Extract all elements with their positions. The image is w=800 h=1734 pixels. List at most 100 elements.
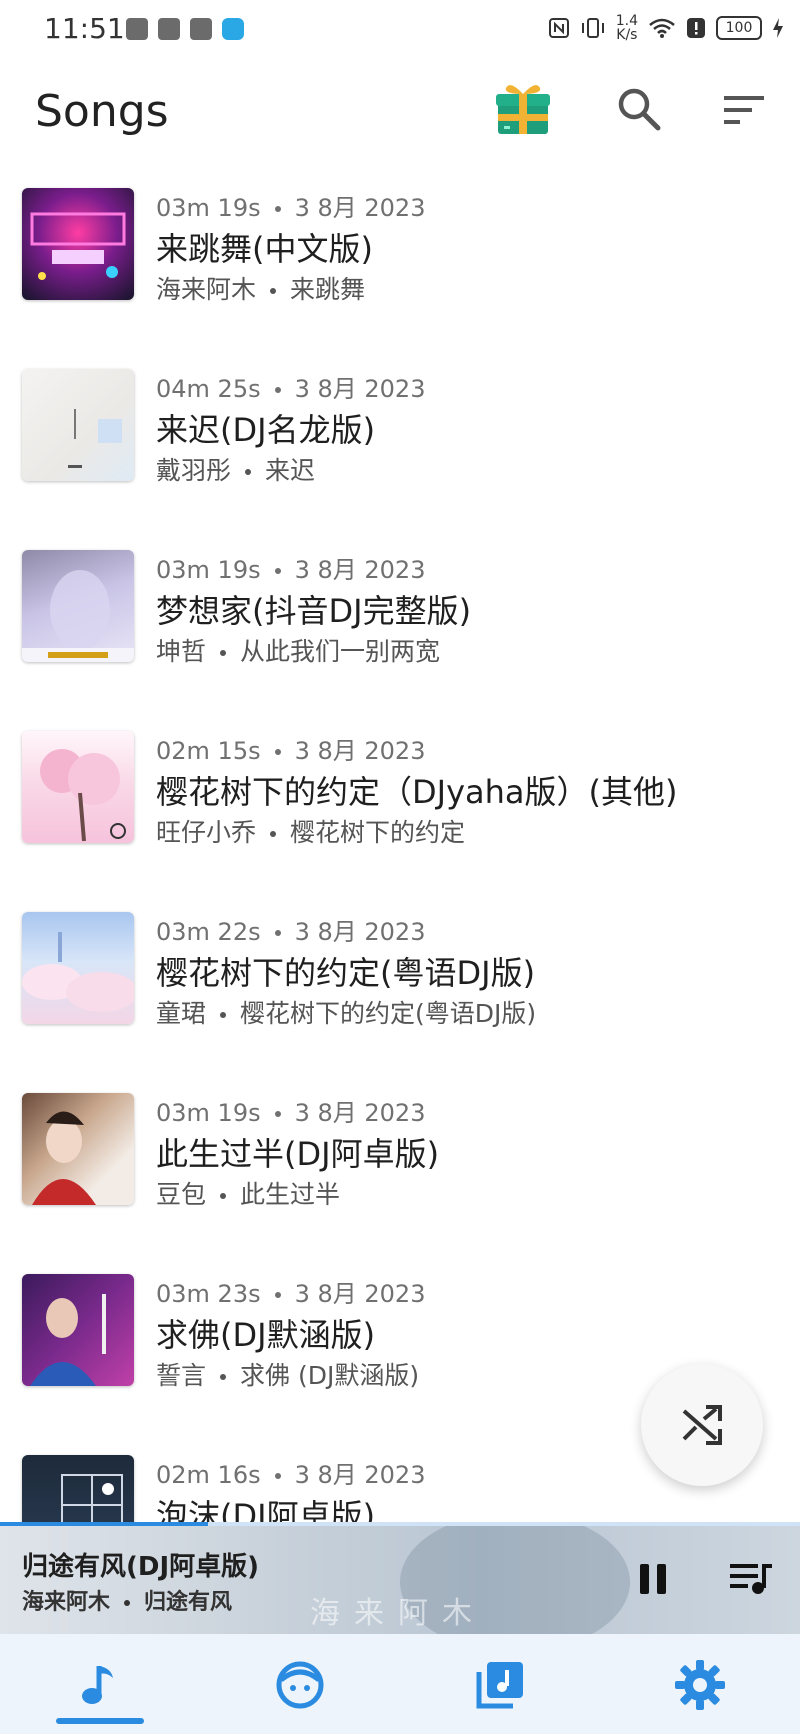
album-art <box>22 912 134 1024</box>
song-subtitle: 豆包 此生过半 <box>156 1175 340 1211</box>
song-duration: 02m 16s <box>156 1461 261 1489</box>
song-date: 3 8月 2023 <box>294 1280 426 1308</box>
playback-progress <box>0 1522 800 1526</box>
status-bar: 11:51 1.4 K/s 100 <box>0 0 800 60</box>
song-title: 来迟(DJ名龙版) <box>156 411 376 449</box>
album-art <box>22 1274 134 1386</box>
song-artist: 童珺 <box>156 999 207 1028</box>
app-notification-icon <box>190 18 212 40</box>
song-artist: 戴羽彤 <box>156 456 232 485</box>
albums-tab-icon[interactable] <box>473 1658 527 1712</box>
song-meta: 03m 19s 3 8月 2023 <box>156 188 425 223</box>
separator-dot <box>274 1292 281 1298</box>
now-playing-title: 归途有风(DJ阿卓版) <box>22 1552 260 1582</box>
song-row[interactable]: 02m 15s 3 8月 2023 樱花树下的约定（DJyaha版）(其他) 旺仔… <box>0 727 800 908</box>
song-duration: 03m 22s <box>156 918 261 946</box>
song-date: 3 8月 2023 <box>294 556 426 584</box>
nfc-icon <box>548 18 569 38</box>
song-artist: 海来阿木 <box>156 275 257 304</box>
song-subtitle: 坤哲 从此我们一别两宽 <box>156 632 440 668</box>
song-title: 此生过半(DJ阿卓版) <box>156 1135 440 1173</box>
network-speed: 1.4 K/s <box>616 14 638 42</box>
song-meta: 03m 22s 3 8月 2023 <box>156 912 425 947</box>
shuffle-button[interactable] <box>641 1364 763 1486</box>
separator-dot <box>270 288 277 294</box>
song-row[interactable]: 03m 22s 3 8月 2023 樱花树下的约定(粤语DJ版) 童珺 樱花树下的约… <box>0 908 800 1089</box>
notification-icons <box>126 18 244 40</box>
song-subtitle: 誓言 求佛 (DJ默涵版) <box>156 1356 419 1392</box>
song-row[interactable]: 03m 19s 3 8月 2023 来跳舞(中文版) 海来阿木 来跳舞 <box>0 184 800 365</box>
song-date: 3 8月 2023 <box>294 1461 426 1489</box>
song-album: 求佛 (DJ默涵版) <box>240 1361 420 1390</box>
separator-dot <box>274 568 281 574</box>
song-duration: 03m 19s <box>156 194 261 222</box>
mini-player[interactable]: 海来阿木 归途有风(DJ阿卓版) 海来阿木 归途有风 <box>0 1522 800 1634</box>
network-speed-value: 1.4 <box>615 13 638 29</box>
now-playing-subtitle: 海来阿木 归途有风 <box>22 1584 232 1616</box>
song-album: 此生过半 <box>240 1180 341 1209</box>
song-subtitle: 戴羽彤 来迟 <box>156 451 315 487</box>
songs-tab-icon[interactable] <box>73 1658 127 1712</box>
song-artist: 旺仔小乔 <box>156 818 257 847</box>
player-background-text: 海来阿木 <box>310 1596 486 1631</box>
charging-icon <box>773 18 783 38</box>
pause-icon[interactable] <box>636 1562 670 1596</box>
song-title: 樱花树下的约定（DJyaha版）(其他) <box>156 773 678 811</box>
song-meta: 03m 23s 3 8月 2023 <box>156 1274 425 1309</box>
artists-tab-icon[interactable] <box>273 1658 327 1712</box>
album-art <box>22 369 134 481</box>
upload-icon <box>158 18 180 40</box>
song-date: 3 8月 2023 <box>294 194 426 222</box>
song-date: 3 8月 2023 <box>294 737 426 765</box>
gift-icon[interactable] <box>494 80 552 138</box>
song-meta: 04m 25s 3 8月 2023 <box>156 369 425 404</box>
song-album: 来跳舞 <box>290 275 366 304</box>
separator-dot <box>274 1111 281 1117</box>
song-title: 樱花树下的约定(粤语DJ版) <box>156 954 536 992</box>
sort-icon[interactable] <box>722 90 766 130</box>
song-row[interactable]: 03m 19s 3 8月 2023 梦想家(抖音DJ完整版) 坤哲 从此我们一别两宽 <box>0 546 800 727</box>
alert-icon <box>687 18 705 38</box>
song-album: 从此我们一别两宽 <box>240 637 441 666</box>
song-artist: 豆包 <box>156 1180 207 1209</box>
song-subtitle: 海来阿木 来跳舞 <box>156 270 365 306</box>
song-duration: 04m 25s <box>156 375 261 403</box>
battery-indicator: 100 <box>716 16 762 40</box>
wifi-icon <box>649 18 675 38</box>
separator-dot <box>274 206 281 212</box>
separator-dot <box>274 930 281 936</box>
status-time: 11:51 <box>44 12 125 45</box>
separator-dot <box>245 469 252 475</box>
song-duration: 03m 19s <box>156 1099 261 1127</box>
separator-dot <box>274 749 281 755</box>
harmony-os-icon <box>126 18 148 40</box>
settings-tab-icon[interactable] <box>673 1658 727 1712</box>
song-meta: 02m 16s 3 8月 2023 <box>156 1455 425 1490</box>
app-header: Songs <box>0 64 800 164</box>
playback-progress-fill <box>0 1522 208 1526</box>
song-meta: 03m 19s 3 8月 2023 <box>156 550 425 585</box>
separator-dot <box>220 1012 227 1018</box>
active-tab-indicator <box>56 1718 144 1724</box>
song-album: 樱花树下的约定 <box>290 818 466 847</box>
song-row[interactable]: 04m 25s 3 8月 2023 来迟(DJ名龙版) 戴羽彤 来迟 <box>0 365 800 546</box>
song-subtitle: 旺仔小乔 樱花树下的约定 <box>156 813 465 849</box>
search-icon[interactable] <box>616 86 662 132</box>
album-art <box>22 550 134 662</box>
song-date: 3 8月 2023 <box>294 918 426 946</box>
song-title: 梦想家(抖音DJ完整版) <box>156 592 472 630</box>
separator-dot <box>124 1600 131 1606</box>
song-duration: 03m 19s <box>156 556 261 584</box>
song-title: 来跳舞(中文版) <box>156 230 373 268</box>
song-album: 樱花树下的约定(粤语DJ版) <box>240 999 537 1028</box>
network-speed-unit: K/s <box>616 27 638 43</box>
now-playing-album: 归途有风 <box>144 1590 233 1615</box>
separator-dot <box>274 387 281 393</box>
album-art <box>22 1093 134 1205</box>
song-title: 求佛(DJ默涵版) <box>156 1316 376 1354</box>
shuffle-icon <box>682 1405 722 1445</box>
queue-icon[interactable] <box>728 1560 774 1596</box>
song-row[interactable]: 03m 19s 3 8月 2023 此生过半(DJ阿卓版) 豆包 此生过半 <box>0 1089 800 1270</box>
page-title: Songs <box>35 86 169 137</box>
song-artist: 誓言 <box>156 1361 207 1390</box>
